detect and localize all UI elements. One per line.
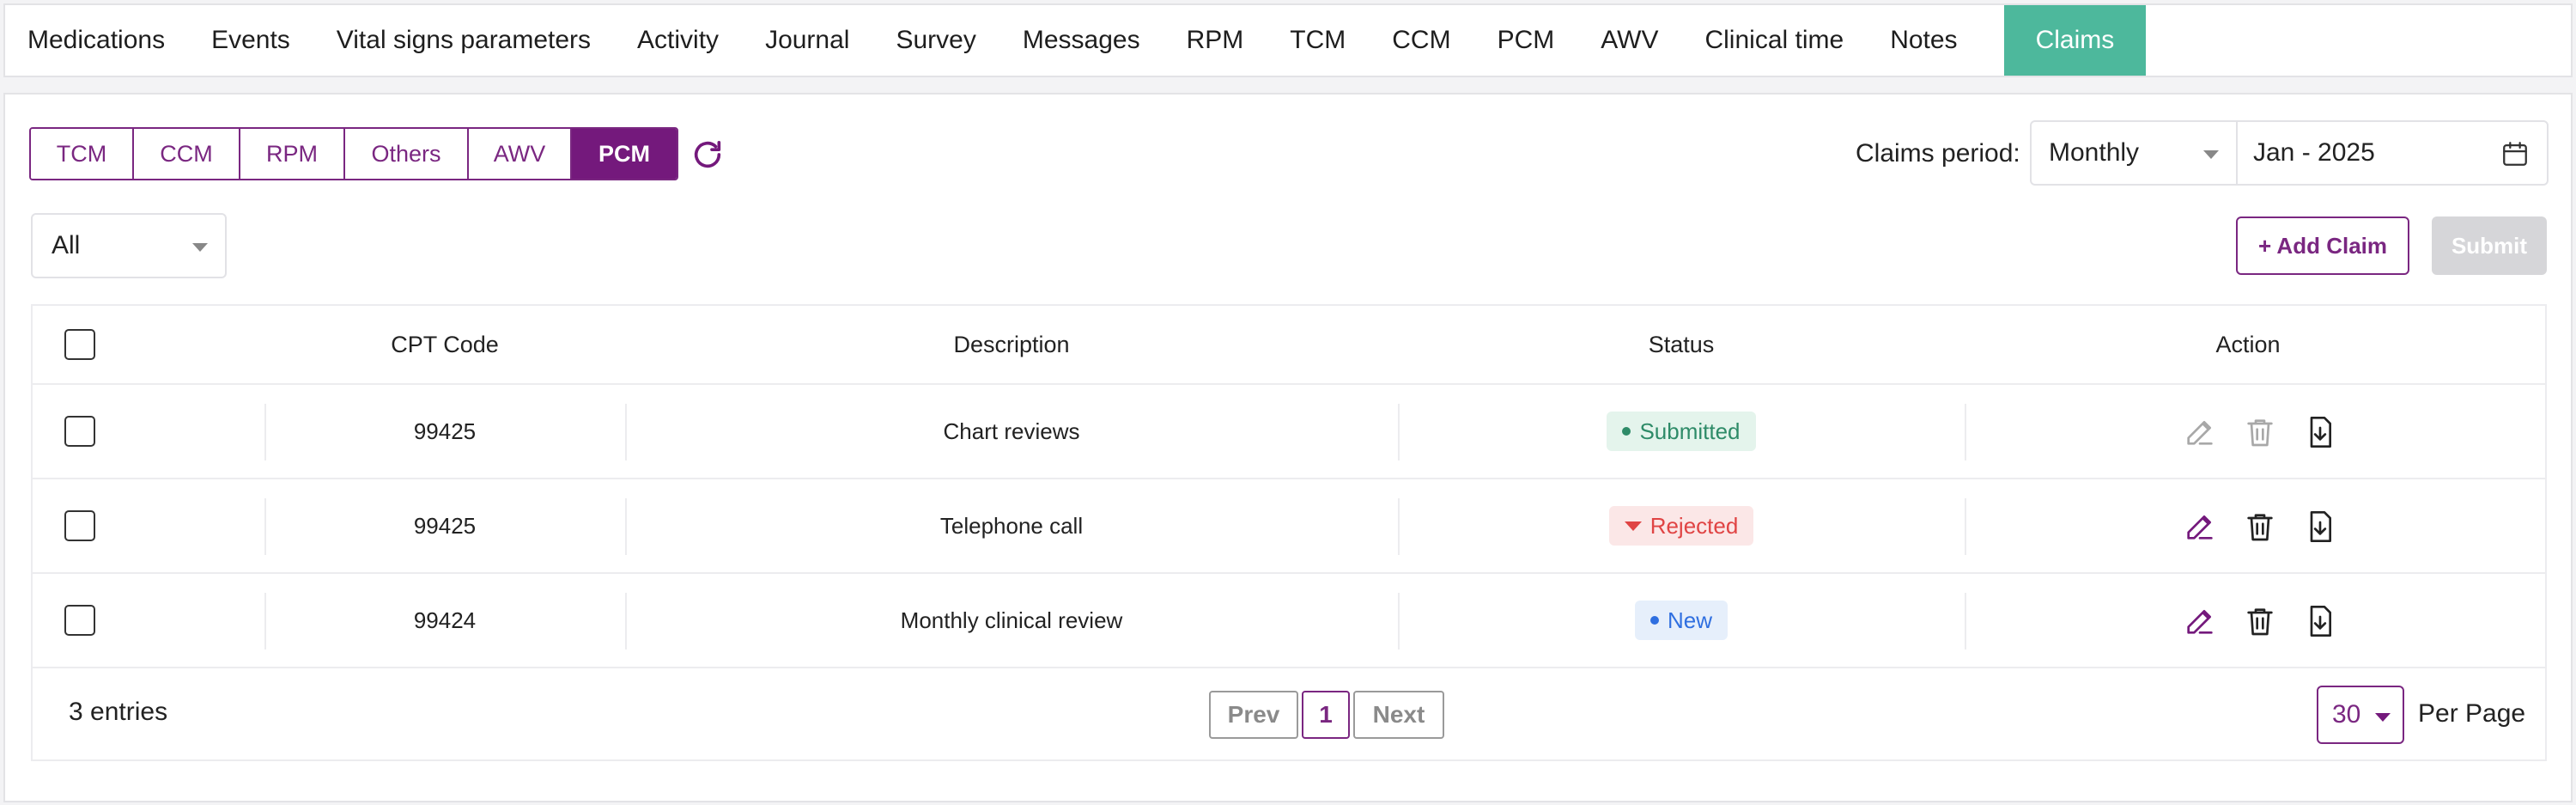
- chevron-down-icon: [2203, 150, 2219, 159]
- entries-count: 3 entries: [69, 698, 168, 726]
- delete-icon[interactable]: [2243, 415, 2277, 449]
- per-page-select[interactable]: 30: [2317, 686, 2404, 744]
- cpt-code-cell: 99425: [413, 418, 477, 444]
- program-tab-others[interactable]: Others: [345, 129, 469, 179]
- nav-tab-journal[interactable]: Journal: [742, 5, 872, 76]
- row-checkbox[interactable]: [64, 416, 95, 447]
- program-tab-rpm[interactable]: RPM: [240, 129, 345, 179]
- status-badge-new: New: [1634, 601, 1728, 640]
- program-tab-tcm[interactable]: TCM: [31, 129, 134, 179]
- chevron-down-icon: [192, 243, 208, 252]
- description-cell: Chart reviews: [943, 418, 1080, 444]
- delete-icon[interactable]: [2243, 509, 2277, 544]
- prev-page-button[interactable]: Prev: [1209, 691, 1298, 739]
- edit-icon[interactable]: [2183, 415, 2217, 449]
- status-badge-rejected: Rejected: [1608, 506, 1754, 546]
- status-filter-select[interactable]: All: [31, 213, 227, 278]
- row-checkbox[interactable]: [64, 510, 95, 541]
- add-claim-button[interactable]: + Add Claim: [2236, 216, 2409, 275]
- program-tabs: TCM CCM RPM Others AWV PCM: [29, 127, 678, 180]
- nav-tab-ccm[interactable]: CCM: [1369, 5, 1473, 76]
- claims-table: CPT Code Description Status Action 99425…: [31, 304, 2547, 761]
- per-page-value: 30: [2332, 700, 2361, 729]
- edit-icon[interactable]: [2183, 604, 2217, 638]
- nav-tab-tcm[interactable]: TCM: [1267, 5, 1369, 76]
- nav-tab-activity[interactable]: Activity: [614, 5, 742, 76]
- nav-tab-clinical-time[interactable]: Clinical time: [1681, 5, 1867, 76]
- delete-icon[interactable]: [2243, 604, 2277, 638]
- table-header: CPT Code Description Status Action: [33, 306, 2545, 385]
- program-tab-ccm[interactable]: CCM: [134, 129, 240, 179]
- status-filter-value: All: [52, 231, 81, 259]
- download-icon[interactable]: [2303, 509, 2337, 544]
- submit-button[interactable]: Submit: [2432, 216, 2547, 275]
- description-cell: Telephone call: [939, 512, 1084, 539]
- claims-panel: TCM CCM RPM Others AWV PCM Claims period…: [3, 93, 2573, 802]
- chevron-down-icon: [2375, 713, 2391, 722]
- edit-icon[interactable]: [2183, 509, 2217, 544]
- nav-tab-claims[interactable]: Claims: [2003, 5, 2147, 76]
- table-row: 99425 Telephone call Rejected: [33, 479, 2545, 574]
- nav-tab-notes[interactable]: Notes: [1867, 5, 1980, 76]
- status-text: Submitted: [1639, 418, 1741, 444]
- nav-tab-pcm[interactable]: PCM: [1474, 5, 1578, 76]
- page-1-button[interactable]: 1: [1302, 691, 1350, 739]
- claims-period-type-value: Monthly: [2049, 138, 2140, 167]
- calendar-icon[interactable]: [2500, 139, 2530, 168]
- nav-tab-rpm[interactable]: RPM: [1163, 5, 1267, 76]
- status-dot-icon: [1622, 427, 1631, 436]
- nav-tab-vital-signs-parameters[interactable]: Vital signs parameters: [313, 5, 614, 76]
- claims-period-date-value: Jan - 2025: [2253, 138, 2375, 167]
- status-badge-submitted: Submitted: [1607, 412, 1756, 451]
- program-tab-pcm[interactable]: PCM: [572, 129, 677, 179]
- table-row: 99424 Monthly clinical review New: [33, 574, 2545, 668]
- download-icon[interactable]: [2303, 604, 2337, 638]
- row-checkbox[interactable]: [64, 605, 95, 636]
- header-cpt-code: CPT Code: [391, 331, 499, 357]
- cpt-code-cell: 99425: [413, 512, 477, 539]
- header-status: Status: [1648, 331, 1715, 357]
- nav-tab-survey[interactable]: Survey: [872, 5, 999, 76]
- caret-down-icon: [1624, 521, 1642, 531]
- per-page-label: Per Page: [2418, 699, 2526, 728]
- status-dot-icon: [1649, 616, 1659, 625]
- download-icon[interactable]: [2303, 415, 2337, 449]
- table-footer: 3 entries Prev 1 Next 30 Per Page: [33, 668, 2545, 763]
- select-all-checkbox[interactable]: [64, 329, 95, 360]
- cpt-code-cell: 99424: [413, 607, 477, 633]
- header-action: Action: [2215, 331, 2281, 357]
- nav-tab-events[interactable]: Events: [188, 5, 313, 76]
- nav-tab-awv[interactable]: AWV: [1577, 5, 1681, 76]
- claims-period-label: Claims period:: [1856, 139, 2020, 168]
- program-tab-awv[interactable]: AWV: [469, 129, 572, 179]
- top-nav: Medications Events Vital signs parameter…: [3, 3, 2573, 77]
- next-page-button[interactable]: Next: [1353, 691, 1444, 739]
- claims-period-type-select[interactable]: Monthly: [2030, 120, 2238, 186]
- header-description: Description: [953, 331, 1070, 357]
- nav-tab-medications[interactable]: Medications: [5, 5, 188, 76]
- refresh-icon[interactable]: [690, 137, 725, 172]
- table-row: 99425 Chart reviews Submitted: [33, 385, 2545, 479]
- status-text: Rejected: [1649, 512, 1739, 539]
- status-text: New: [1667, 607, 1712, 633]
- nav-tab-messages[interactable]: Messages: [999, 5, 1163, 76]
- description-cell: Monthly clinical review: [900, 607, 1123, 633]
- claims-period-date-picker[interactable]: Jan - 2025: [2236, 120, 2549, 186]
